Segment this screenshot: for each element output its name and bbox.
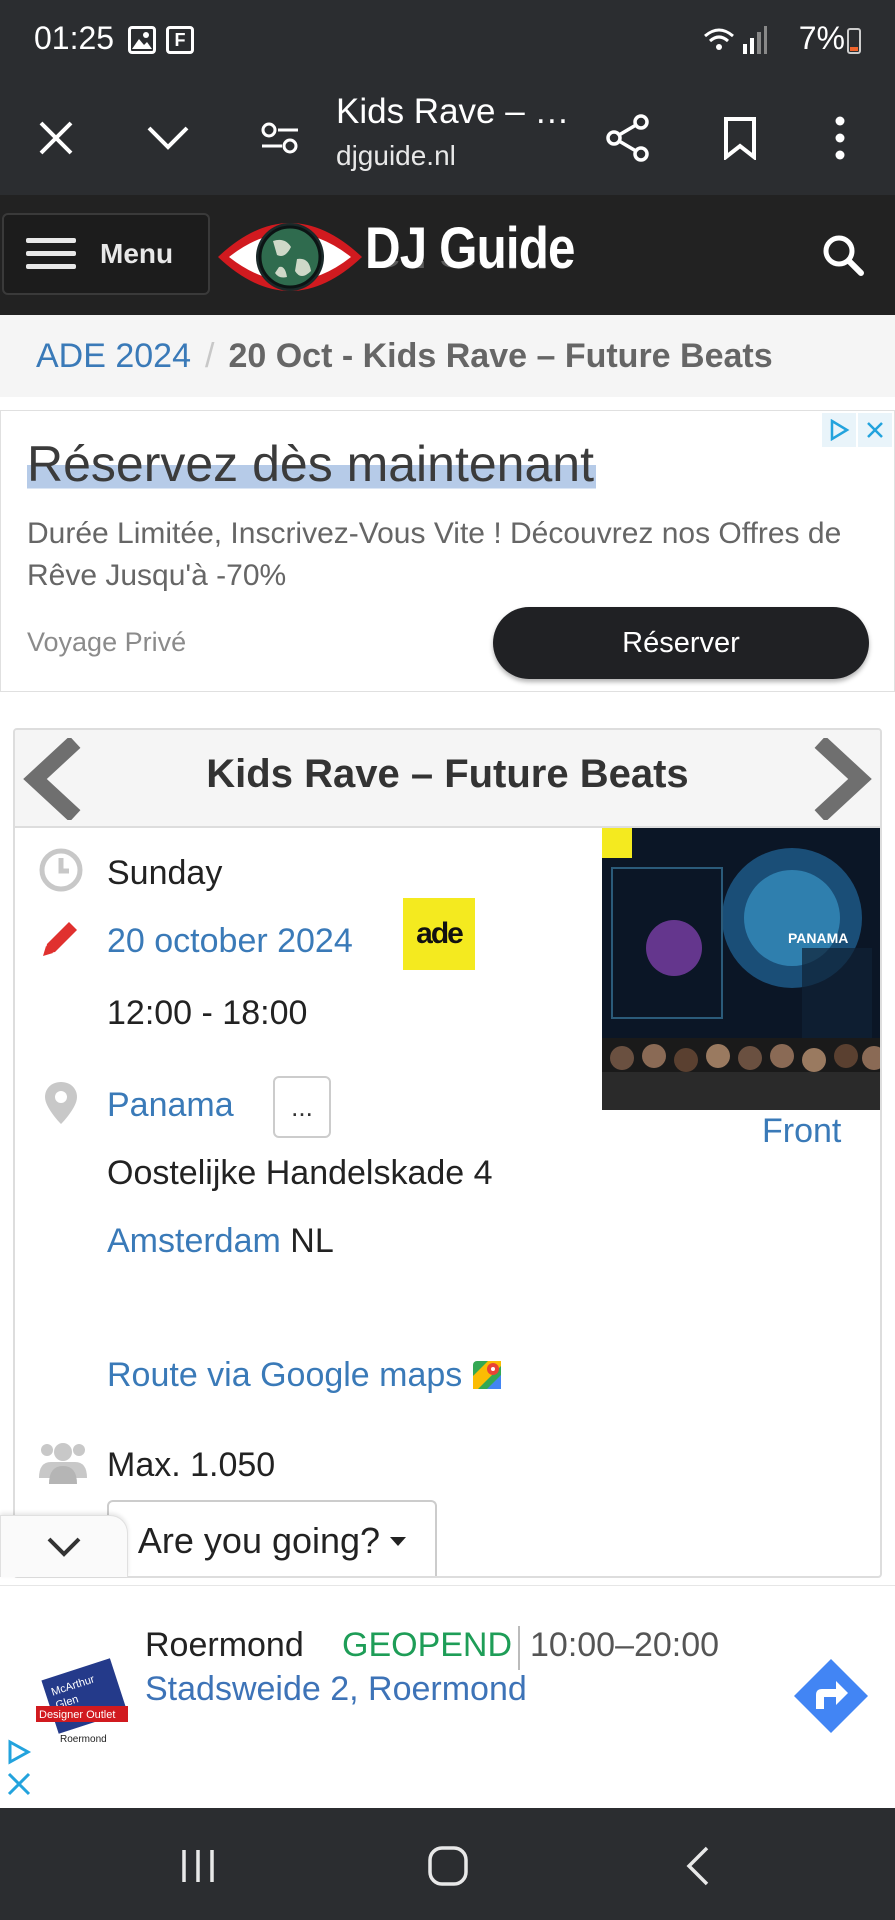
- logo-reflection: DJ Guide: [365, 261, 575, 273]
- f-notification-icon: F: [166, 26, 194, 54]
- status-time: 01:25: [34, 20, 115, 56]
- eye-logo-icon[interactable]: [215, 207, 365, 307]
- edit-pencil-icon[interactable]: [37, 914, 85, 962]
- poster-text: PANAMA: [788, 930, 848, 946]
- route-google-maps-link[interactable]: Route via Google maps: [107, 1356, 462, 1394]
- ade-badge[interactable]: ade: [403, 898, 475, 970]
- recent-apps-icon[interactable]: [168, 1836, 228, 1896]
- front-image-link[interactable]: Front: [762, 1112, 841, 1151]
- city-link[interactable]: Amsterdam: [107, 1222, 281, 1260]
- page-url: djguide.nl: [336, 140, 456, 171]
- chevron-down-icon[interactable]: [136, 106, 200, 170]
- people-icon: [39, 1443, 87, 1484]
- system-navigation-bar: [0, 1808, 895, 1920]
- site-settings-icon[interactable]: [248, 106, 312, 170]
- wifi-signal-icon: [704, 26, 767, 54]
- ad-reserve-button[interactable]: Réserver: [493, 607, 869, 679]
- menu-button[interactable]: Menu: [2, 213, 210, 295]
- back-icon[interactable]: [668, 1836, 728, 1896]
- battery-level: 7%: [798, 20, 845, 56]
- event-header: Kids Rave – Future Beats: [15, 730, 880, 828]
- are-you-going-dropdown[interactable]: Are you going?: [107, 1500, 437, 1576]
- share-icon[interactable]: [596, 106, 660, 170]
- venue-address: Oostelijke Handelskade 4: [107, 1154, 493, 1192]
- event-time: 12:00 - 18:00: [107, 994, 308, 1032]
- mcarthurglen-logo: McArthur Glen Designer Outlet Roermond: [34, 1650, 134, 1750]
- breadcrumb-current: 20 Oct - Kids Rave – Future Beats: [228, 336, 773, 375]
- event-day: Sunday: [107, 854, 223, 892]
- menu-label: Menu: [100, 238, 174, 269]
- directions-icon[interactable]: [792, 1657, 870, 1735]
- adchoices-icon[interactable]: [822, 413, 856, 447]
- clock-icon: [39, 848, 83, 892]
- event-date-link[interactable]: 20 october 2024: [107, 922, 353, 961]
- ad-opening-hours: 10:00–20:00: [530, 1626, 720, 1664]
- ad-description: Durée Limitée, Inscrivez-Vous Vite ! Déc…: [27, 517, 842, 592]
- venue-city-line: Amsterdam NL: [107, 1222, 334, 1261]
- bottom-advertisement[interactable]: McArthur Glen Designer Outlet Roermond R…: [0, 1585, 895, 1807]
- caret-down-icon: [390, 1536, 407, 1546]
- breadcrumb-ade-2024[interactable]: ADE 2024: [36, 337, 191, 376]
- ad-store-name[interactable]: Roermond: [145, 1626, 304, 1665]
- bookmark-icon[interactable]: [708, 106, 772, 170]
- event-poster-image[interactable]: PANAMA: [602, 828, 880, 1110]
- page-title: Kids Rave – …: [336, 92, 570, 131]
- close-icon[interactable]: [24, 106, 88, 170]
- next-event-arrow-icon[interactable]: [812, 738, 872, 820]
- status-bar: 01:25 F 7%: [0, 0, 895, 82]
- capacity: Max. 1.050: [107, 1446, 276, 1484]
- custom-tab-toolbar: Kids Rave – … djguide.nl: [0, 82, 895, 195]
- event-panel: Kids Rave – Future Beats Sunday 20 octob…: [13, 728, 882, 1578]
- venue-more-button[interactable]: ...: [273, 1076, 331, 1138]
- logo-line-3: Designer Outlet: [39, 1709, 115, 1721]
- ad-headline[interactable]: Réservez dès maintenant: [27, 435, 596, 493]
- breadcrumb-separator: /: [205, 336, 215, 375]
- are-you-going-label: Are you going?: [137, 1520, 381, 1561]
- ad-info-icons[interactable]: [4, 1738, 34, 1798]
- collapse-ad-toggle[interactable]: [0, 1515, 128, 1577]
- venue-link[interactable]: Panama: [107, 1086, 234, 1125]
- site-header: Menu DJ Guide DJ Guide: [0, 195, 895, 315]
- home-icon[interactable]: [418, 1836, 478, 1896]
- location-pin-icon: [45, 1082, 77, 1124]
- gallery-notification-icon: [128, 26, 156, 54]
- event-title: Kids Rave – Future Beats: [206, 752, 689, 796]
- country-code: NL: [290, 1222, 334, 1260]
- more-options-icon[interactable]: [808, 106, 872, 170]
- ad-brand: Voyage Privé: [27, 627, 187, 657]
- top-advertisement[interactable]: Réservez dès maintenant Durée Limitée, I…: [0, 410, 895, 692]
- ad-store-address[interactable]: Stadsweide 2, Roermond: [145, 1670, 527, 1709]
- logo-line-4: Roermond: [60, 1734, 107, 1745]
- chevron-down-icon: [47, 1537, 81, 1557]
- ad-open-status: GEOPEND: [342, 1626, 513, 1664]
- hamburger-icon: [26, 238, 76, 270]
- route-line: Route via Google maps: [107, 1356, 502, 1395]
- ad-divider: [518, 1626, 520, 1670]
- breadcrumb: ADE 2024 / 20 Oct - Kids Rave – Future B…: [0, 315, 895, 397]
- google-maps-icon[interactable]: [472, 1360, 502, 1390]
- battery-icon: [847, 28, 861, 54]
- ad-close-icon[interactable]: [858, 413, 892, 447]
- search-icon[interactable]: [819, 231, 867, 279]
